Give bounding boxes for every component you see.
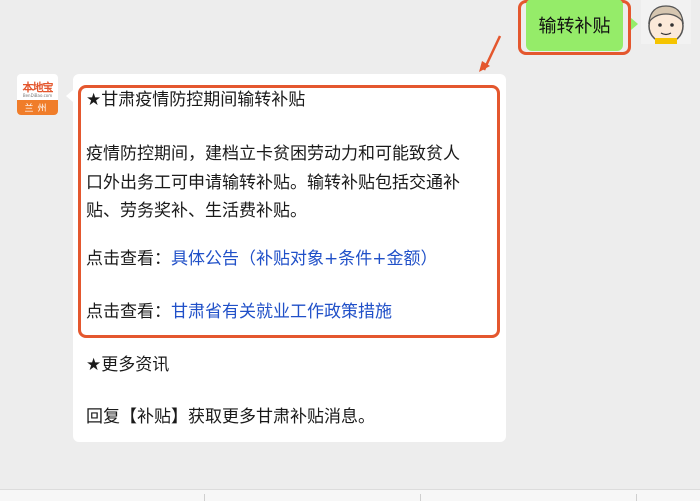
outgoing-message-bubble[interactable]: 输转补贴: [526, 0, 623, 51]
announcement-link[interactable]: 具体公告（补贴对象+条件+金额）: [171, 249, 438, 269]
message-title: ★甘肃疫情防控期间输转补贴: [86, 90, 306, 110]
logo-sub-text: BenDiBao.com: [22, 93, 53, 98]
outgoing-highlight-frame: 输转补贴: [518, 0, 631, 55]
link-prefix: 点击查看：: [86, 249, 171, 269]
red-arrow-icon: [479, 35, 502, 72]
policy-link[interactable]: 甘肃省有关就业工作政策措施: [171, 302, 392, 322]
user-avatar-icon[interactable]: [641, 0, 691, 44]
sender-avatar[interactable]: 本地宝 BenDiBao.com 兰州: [17, 74, 58, 115]
reply-instruction-text: 回复【补贴】获取更多甘肃补贴消息。: [86, 407, 375, 427]
incoming-bubble-tail: [66, 90, 73, 102]
outgoing-message-text: 输转补贴: [538, 16, 611, 37]
link-row-announcement: 点击查看：具体公告（补贴对象+条件+金额）: [86, 246, 438, 272]
bottom-menu-bar[interactable]: [0, 489, 700, 501]
message-body-line: 疫情防控期间，建档立卡贫困劳动力和可能致贫人: [86, 144, 460, 164]
link-prefix: 点击查看：: [86, 302, 171, 322]
message-body-line: 贴、劳务奖补、生活费补贴。: [86, 201, 307, 221]
message-body-line: 口外出务工可申请输转补贴。输转补贴包括交通补: [86, 173, 460, 193]
link-row-policy: 点击查看：甘肃省有关就业工作政策措施: [86, 299, 392, 325]
more-news-heading: ★更多资讯: [86, 355, 170, 375]
outgoing-bubble-tail: [631, 18, 638, 30]
logo-city-text: 兰州: [17, 100, 58, 115]
